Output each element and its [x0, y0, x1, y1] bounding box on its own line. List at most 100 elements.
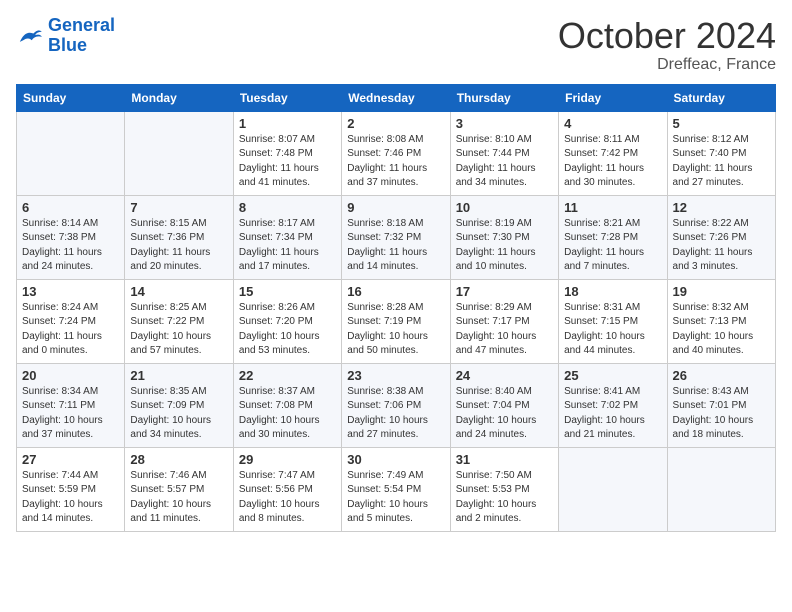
- calendar-cell: 30 Sunrise: 7:49 AM Sunset: 5:54 PM Dayli…: [342, 447, 450, 531]
- calendar-cell: 6Sunrise: 8:14 AM Sunset: 7:38 PM Daylig…: [17, 195, 125, 279]
- day-number: 12: [673, 200, 770, 215]
- calendar-cell: 11 Sunrise: 8:21 AM Sunset: 7:28 PM Dayli…: [559, 195, 667, 279]
- day-info: Sunrise: 8:17 AM Sunset: 7:34 PM Dayligh…: [239, 217, 336, 275]
- logo: General Blue: [16, 16, 115, 56]
- day-number: 24: [456, 368, 553, 383]
- calendar-cell: 19Sunrise: 8:32 AM Sunset: 7:13 PM Dayli…: [667, 279, 775, 363]
- calendar-cell: 27 Sunrise: 7:44 AM Sunset: 5:59 PM Dayli…: [17, 447, 125, 531]
- day-info: Sunrise: 8:25 AM Sunset: 7:22 PM Dayligh…: [130, 301, 227, 359]
- calendar-cell: 4 Sunrise: 8:11 AM Sunset: 7:42 PM Daylig…: [559, 111, 667, 195]
- day-info: Sunrise: 8:21 AM Sunset: 7:28 PM Dayligh…: [564, 217, 661, 275]
- day-info: Sunrise: 8:12 AM Sunset: 7:40 PM Dayligh…: [673, 133, 770, 191]
- day-info: Sunrise: 7:46 AM Sunset: 5:57 PM Dayligh…: [130, 469, 227, 527]
- calendar-cell: 21Sunrise: 8:35 AM Sunset: 7:09 PM Dayli…: [125, 363, 233, 447]
- day-info: Sunrise: 8:43 AM Sunset: 7:01 PM Dayligh…: [673, 385, 770, 443]
- day-number: 23: [347, 368, 444, 383]
- day-number: 31: [456, 452, 553, 467]
- day-info: Sunrise: 8:22 AM Sunset: 7:26 PM Dayligh…: [673, 217, 770, 275]
- location: Dreffeac, France: [558, 56, 776, 74]
- calendar-cell: 18 Sunrise: 8:31 AM Sunset: 7:15 PM Dayli…: [559, 279, 667, 363]
- calendar-cell: 28Sunrise: 7:46 AM Sunset: 5:57 PM Dayli…: [125, 447, 233, 531]
- day-number: 7: [130, 200, 227, 215]
- calendar-week-row: 1 Sunrise: 8:07 AM Sunset: 7:48 PM Daylig…: [17, 111, 776, 195]
- day-info: Sunrise: 8:10 AM Sunset: 7:44 PM Dayligh…: [456, 133, 553, 191]
- calendar-cell: [559, 447, 667, 531]
- day-number: 4: [564, 116, 661, 131]
- day-info: Sunrise: 7:44 AM Sunset: 5:59 PM Dayligh…: [22, 469, 119, 527]
- day-number: 29: [239, 452, 336, 467]
- day-number: 17: [456, 284, 553, 299]
- calendar-cell: 29Sunrise: 7:47 AM Sunset: 5:56 PM Dayli…: [233, 447, 341, 531]
- day-info: Sunrise: 8:31 AM Sunset: 7:15 PM Dayligh…: [564, 301, 661, 359]
- calendar-table: SundayMondayTuesdayWednesdayThursdayFrid…: [16, 84, 776, 532]
- calendar-week-row: 6Sunrise: 8:14 AM Sunset: 7:38 PM Daylig…: [17, 195, 776, 279]
- day-number: 22: [239, 368, 336, 383]
- day-number: 20: [22, 368, 119, 383]
- day-number: 14: [130, 284, 227, 299]
- day-info: Sunrise: 7:50 AM Sunset: 5:53 PM Dayligh…: [456, 469, 553, 527]
- day-number: 15: [239, 284, 336, 299]
- calendar-cell: 24 Sunrise: 8:40 AM Sunset: 7:04 PM Dayli…: [450, 363, 558, 447]
- calendar-cell: [17, 111, 125, 195]
- page-header: General Blue October 2024 Dreffeac, Fran…: [16, 16, 776, 74]
- day-number: 2: [347, 116, 444, 131]
- calendar-cell: [667, 447, 775, 531]
- weekday-header-row: SundayMondayTuesdayWednesdayThursdayFrid…: [17, 84, 776, 111]
- day-info: Sunrise: 8:18 AM Sunset: 7:32 PM Dayligh…: [347, 217, 444, 275]
- calendar-week-row: 20 Sunrise: 8:34 AM Sunset: 7:11 PM Dayli…: [17, 363, 776, 447]
- day-number: 25: [564, 368, 661, 383]
- weekday-header: Tuesday: [233, 84, 341, 111]
- day-number: 10: [456, 200, 553, 215]
- calendar-cell: 13Sunrise: 8:24 AM Sunset: 7:24 PM Dayli…: [17, 279, 125, 363]
- day-number: 27: [22, 452, 119, 467]
- day-info: Sunrise: 8:11 AM Sunset: 7:42 PM Dayligh…: [564, 133, 661, 191]
- day-info: Sunrise: 8:15 AM Sunset: 7:36 PM Dayligh…: [130, 217, 227, 275]
- calendar-week-row: 13Sunrise: 8:24 AM Sunset: 7:24 PM Dayli…: [17, 279, 776, 363]
- calendar-cell: 9 Sunrise: 8:18 AM Sunset: 7:32 PM Daylig…: [342, 195, 450, 279]
- day-number: 3: [456, 116, 553, 131]
- logo-icon: [16, 25, 44, 47]
- calendar-cell: 5 Sunrise: 8:12 AM Sunset: 7:40 PM Daylig…: [667, 111, 775, 195]
- weekday-header: Thursday: [450, 84, 558, 111]
- day-info: Sunrise: 8:38 AM Sunset: 7:06 PM Dayligh…: [347, 385, 444, 443]
- day-number: 30: [347, 452, 444, 467]
- weekday-header: Wednesday: [342, 84, 450, 111]
- day-number: 1: [239, 116, 336, 131]
- day-number: 5: [673, 116, 770, 131]
- day-number: 18: [564, 284, 661, 299]
- calendar-cell: 26 Sunrise: 8:43 AM Sunset: 7:01 PM Dayli…: [667, 363, 775, 447]
- day-info: Sunrise: 8:41 AM Sunset: 7:02 PM Dayligh…: [564, 385, 661, 443]
- calendar-cell: 12 Sunrise: 8:22 AM Sunset: 7:26 PM Dayli…: [667, 195, 775, 279]
- weekday-header: Sunday: [17, 84, 125, 111]
- title-block: October 2024 Dreffeac, France: [558, 16, 776, 74]
- weekday-header: Monday: [125, 84, 233, 111]
- day-number: 11: [564, 200, 661, 215]
- calendar-cell: 25 Sunrise: 8:41 AM Sunset: 7:02 PM Dayli…: [559, 363, 667, 447]
- calendar-cell: 14 Sunrise: 8:25 AM Sunset: 7:22 PM Dayli…: [125, 279, 233, 363]
- day-number: 26: [673, 368, 770, 383]
- day-number: 8: [239, 200, 336, 215]
- day-info: Sunrise: 8:19 AM Sunset: 7:30 PM Dayligh…: [456, 217, 553, 275]
- day-info: Sunrise: 8:08 AM Sunset: 7:46 PM Dayligh…: [347, 133, 444, 191]
- day-info: Sunrise: 7:49 AM Sunset: 5:54 PM Dayligh…: [347, 469, 444, 527]
- calendar-week-row: 27 Sunrise: 7:44 AM Sunset: 5:59 PM Dayli…: [17, 447, 776, 531]
- calendar-cell: 10 Sunrise: 8:19 AM Sunset: 7:30 PM Dayli…: [450, 195, 558, 279]
- calendar-cell: 16Sunrise: 8:28 AM Sunset: 7:19 PM Dayli…: [342, 279, 450, 363]
- day-number: 6: [22, 200, 119, 215]
- day-info: Sunrise: 8:07 AM Sunset: 7:48 PM Dayligh…: [239, 133, 336, 191]
- calendar-cell: 2 Sunrise: 8:08 AM Sunset: 7:46 PM Daylig…: [342, 111, 450, 195]
- calendar-cell: [125, 111, 233, 195]
- day-number: 21: [130, 368, 227, 383]
- day-info: Sunrise: 8:34 AM Sunset: 7:11 PM Dayligh…: [22, 385, 119, 443]
- day-info: Sunrise: 8:40 AM Sunset: 7:04 PM Dayligh…: [456, 385, 553, 443]
- day-info: Sunrise: 8:37 AM Sunset: 7:08 PM Dayligh…: [239, 385, 336, 443]
- day-number: 19: [673, 284, 770, 299]
- logo-text: General Blue: [48, 16, 115, 56]
- weekday-header: Friday: [559, 84, 667, 111]
- month-title: October 2024: [558, 16, 776, 56]
- day-number: 9: [347, 200, 444, 215]
- calendar-cell: 20 Sunrise: 8:34 AM Sunset: 7:11 PM Dayli…: [17, 363, 125, 447]
- day-info: Sunrise: 8:26 AM Sunset: 7:20 PM Dayligh…: [239, 301, 336, 359]
- weekday-header: Saturday: [667, 84, 775, 111]
- calendar-cell: 1 Sunrise: 8:07 AM Sunset: 7:48 PM Daylig…: [233, 111, 341, 195]
